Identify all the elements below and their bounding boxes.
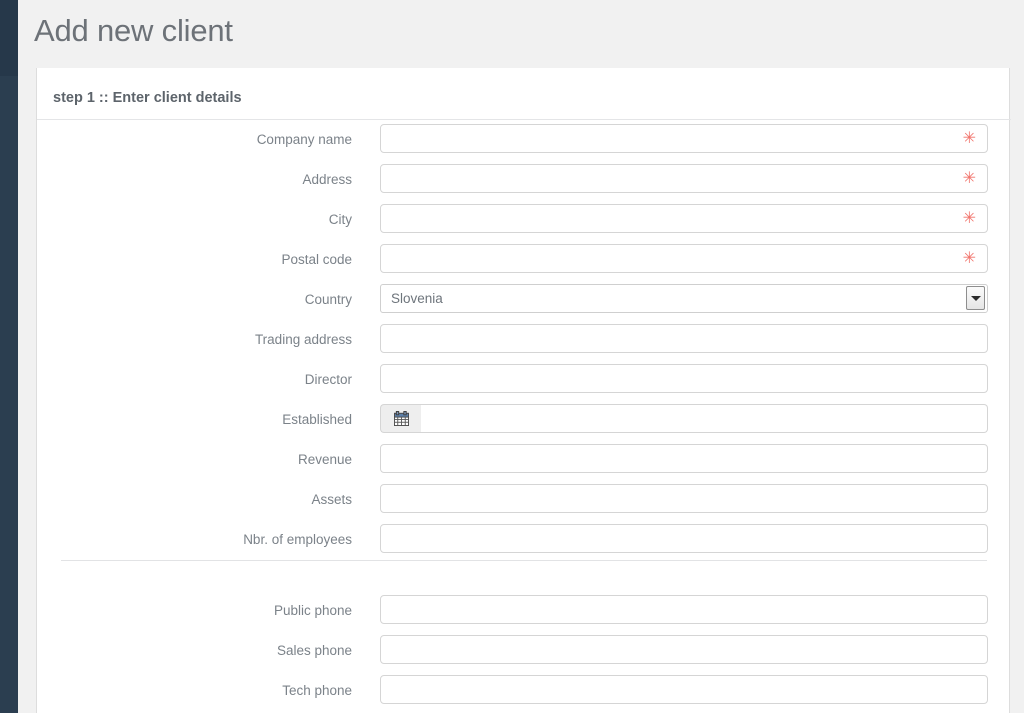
form-row-trading-address: Trading address: [37, 320, 1011, 360]
label-public-phone: Public phone: [273, 603, 352, 618]
form-section-divider: [61, 560, 987, 561]
sidebar-rail-top-section: [0, 0, 18, 76]
panel-heading: step 1 :: Enter client details: [37, 74, 1011, 120]
label-established: Established: [282, 412, 352, 427]
form-row-assets: Assets: [37, 480, 1011, 520]
control-wrap-director: [380, 364, 988, 394]
client-details-panel: step 1 :: Enter client details Company n…: [36, 68, 1011, 713]
form-row-country: Country Slovenia: [37, 280, 1011, 320]
label-postal-code: Postal code: [281, 252, 352, 267]
panel-heading-title: step 1 :: Enter client details: [53, 90, 242, 106]
label-assets: Assets: [311, 492, 352, 507]
form-row-tech-phone: Tech phone: [37, 671, 1011, 711]
control-wrap-sales-phone: [380, 635, 988, 665]
page-title: Add new client: [34, 13, 233, 48]
form-row-address: Address ✳: [37, 160, 1011, 200]
label-tech-phone: Tech phone: [282, 683, 352, 698]
label-director: Director: [304, 372, 352, 387]
input-city[interactable]: [380, 204, 988, 233]
label-company-name: Company name: [256, 132, 352, 147]
form-row-public-phone: Public phone: [37, 591, 1011, 631]
form-row-company-name: Company name ✳: [37, 120, 1011, 160]
input-postal-code[interactable]: [380, 244, 988, 273]
control-wrap-nbr-employees: [380, 524, 988, 554]
label-trading-address: Trading address: [254, 332, 352, 347]
input-established[interactable]: [421, 404, 988, 433]
form-row-director: Director: [37, 360, 1011, 400]
input-director[interactable]: [380, 364, 988, 393]
control-wrap-city: ✳: [380, 204, 988, 234]
control-wrap-tech-phone: [380, 675, 988, 705]
control-wrap-address: ✳: [380, 164, 988, 194]
form-row-postal-code: Postal code ✳: [37, 240, 1011, 280]
input-nbr-employees[interactable]: [380, 524, 988, 553]
label-revenue: Revenue: [297, 452, 352, 467]
input-revenue[interactable]: [380, 444, 988, 473]
input-company-name[interactable]: [380, 124, 988, 153]
input-sales-phone[interactable]: [380, 635, 988, 664]
label-country: Country: [304, 292, 352, 307]
client-form: Company name ✳ Address ✳ City ✳ Postal code ✳ Co…: [37, 120, 1011, 711]
input-trading-address[interactable]: [380, 324, 988, 353]
form-row-city: City ✳: [37, 200, 1011, 240]
form-row-established: Established: [37, 400, 1011, 440]
form-row-nbr-employees: Nbr. of employees: [37, 520, 1011, 560]
app-root: Add new client step 1 :: Enter client de…: [0, 0, 1024, 713]
control-wrap-assets: [380, 484, 988, 514]
sidebar-rail[interactable]: [0, 0, 18, 713]
control-wrap-company-name: ✳: [380, 124, 988, 154]
input-tech-phone[interactable]: [380, 675, 988, 704]
control-wrap-public-phone: [380, 595, 988, 625]
label-city: City: [328, 212, 352, 227]
input-group-established: [380, 404, 988, 433]
label-sales-phone: Sales phone: [276, 643, 352, 658]
label-address: Address: [302, 172, 352, 187]
chevron-down-icon[interactable]: [966, 286, 985, 310]
input-address[interactable]: [380, 164, 988, 193]
control-wrap-revenue: [380, 444, 988, 474]
form-row-revenue: Revenue: [37, 440, 1011, 480]
control-wrap-established: [380, 404, 988, 434]
calendar-icon[interactable]: [380, 404, 422, 433]
control-wrap-country: Slovenia: [380, 284, 988, 314]
label-nbr-employees: Nbr. of employees: [243, 532, 352, 547]
control-wrap-postal-code: ✳: [380, 244, 988, 274]
input-assets[interactable]: [380, 484, 988, 513]
chevron-down-glyph: [970, 295, 981, 301]
control-wrap-trading-address: [380, 324, 988, 354]
input-public-phone[interactable]: [380, 595, 988, 624]
form-row-sales-phone: Sales phone: [37, 631, 1011, 671]
select-country[interactable]: Slovenia: [380, 284, 988, 313]
form-section-divider-row: [37, 560, 1011, 591]
